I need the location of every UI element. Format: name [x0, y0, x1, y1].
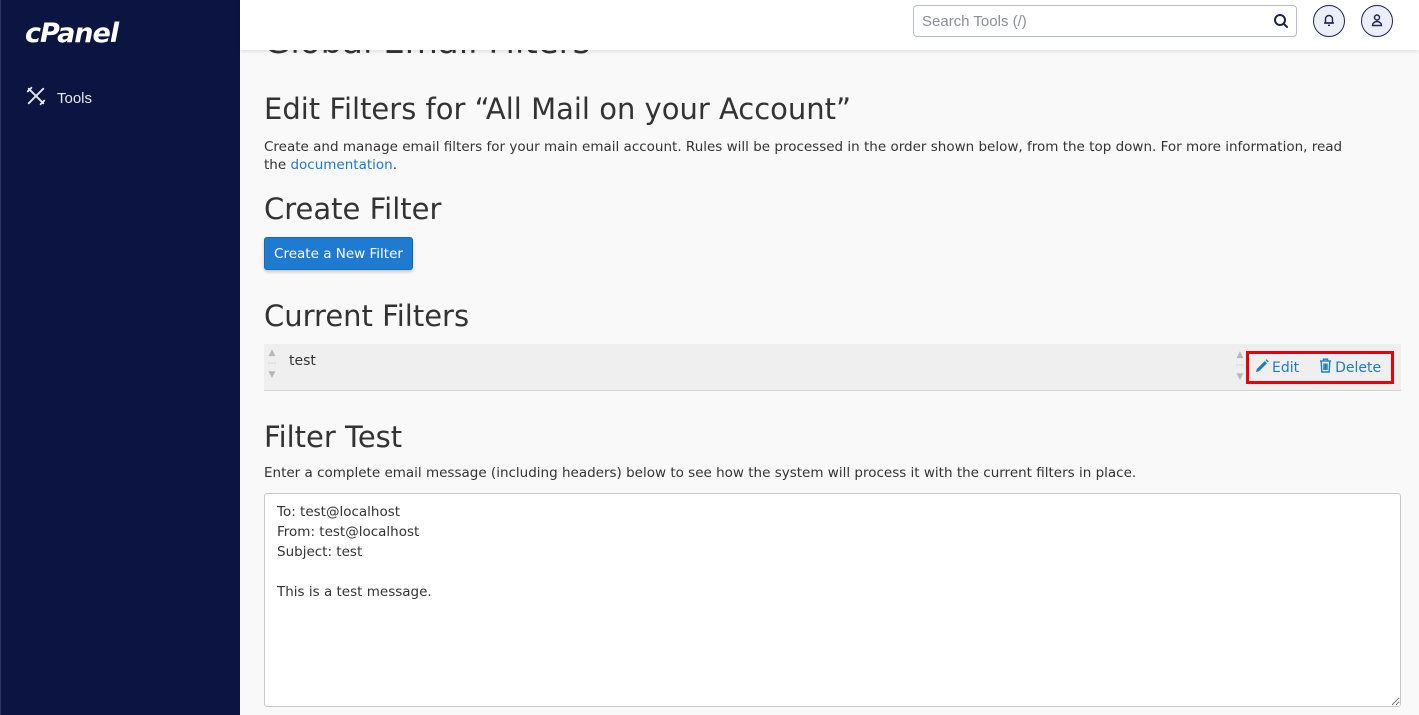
filter-name: test [289, 353, 316, 369]
documentation-link[interactable]: documentation [290, 157, 392, 173]
sidebar-item-tools[interactable]: Tools [25, 86, 92, 110]
top-bar [240, 0, 1419, 50]
pencil-icon [1255, 358, 1269, 377]
search-input[interactable] [914, 6, 1266, 36]
filter-test-heading: Filter Test [264, 420, 403, 454]
filter-actions-highlight: Edit Delete [1246, 351, 1394, 384]
cpanel-logo[interactable]: cPanel [25, 18, 119, 49]
description-end: . [392, 157, 397, 173]
tools-icon [25, 85, 47, 111]
trash-icon [1319, 358, 1332, 377]
user-icon [1370, 12, 1384, 31]
create-filter-heading: Create Filter [264, 192, 442, 226]
sidebar-item-label: Tools [57, 89, 93, 107]
create-new-filter-button[interactable]: Create a New Filter [264, 237, 413, 270]
search-box [913, 5, 1297, 37]
test-message-textarea[interactable]: To: test@localhost From: test@localhost … [264, 493, 1401, 707]
edit-label: Edit [1272, 359, 1300, 376]
edit-filter-button[interactable]: Edit [1255, 358, 1300, 377]
current-filters-heading: Current Filters [264, 299, 470, 333]
notifications-button[interactable] [1313, 5, 1345, 37]
search-icon[interactable] [1266, 13, 1296, 29]
user-menu-button[interactable] [1361, 5, 1393, 37]
bell-icon [1322, 12, 1336, 31]
drag-handle-right[interactable]: ▲ ⋯ ▼ [1235, 350, 1245, 383]
delete-label: Delete [1335, 359, 1382, 376]
edit-filters-heading: Edit Filters for “All Mail on your Accou… [264, 92, 852, 126]
page-description: Create and manage email filters for your… [264, 138, 1364, 174]
description-text: Create and manage email filters for your… [264, 139, 1343, 173]
filter-test-description: Enter a complete email message (includin… [264, 465, 1137, 481]
sidebar: cPanel Tools [0, 0, 240, 715]
filter-list-item: ▲ ⋯ ▼ test ▲ ⋯ ▼ Edit Delete [264, 344, 1401, 391]
delete-filter-button[interactable]: Delete [1319, 358, 1381, 377]
drag-handle[interactable]: ▲ ⋯ ▼ [267, 348, 277, 381]
